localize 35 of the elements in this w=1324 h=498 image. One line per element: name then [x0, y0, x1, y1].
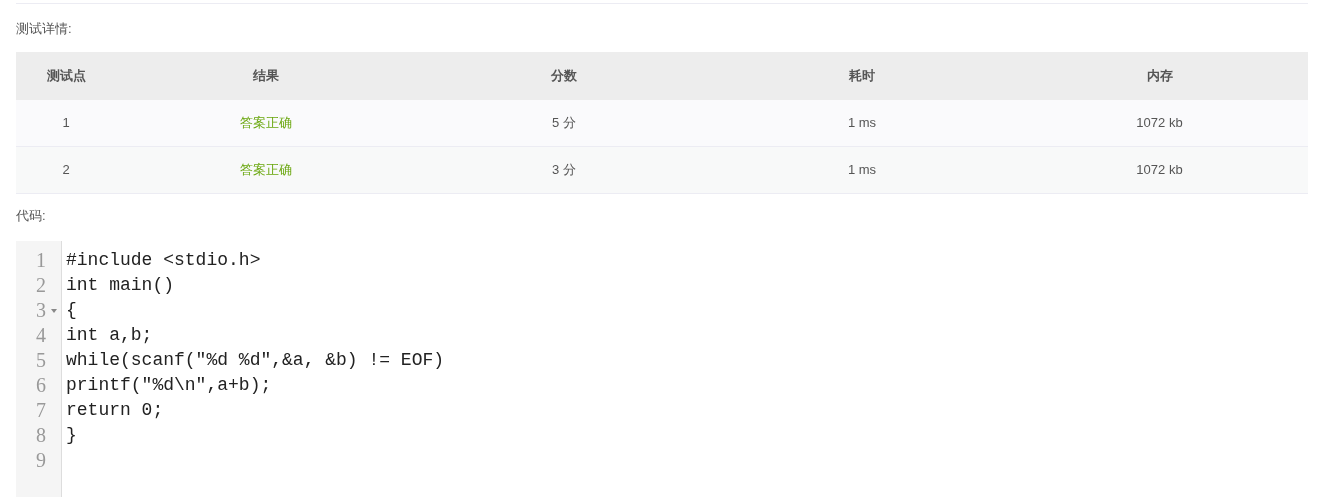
column-header: 内存	[1146, 67, 1173, 86]
code-line: int main()	[66, 275, 175, 295]
table-cell-text: 2	[62, 161, 70, 180]
column-header: 耗时	[849, 67, 875, 86]
column-header: 结果	[252, 67, 279, 86]
line-number: 1	[36, 248, 46, 273]
line-number: 5	[36, 348, 46, 373]
code-line: {	[66, 300, 77, 320]
code-line: int a,b;	[66, 325, 153, 345]
column-header: 分数	[551, 67, 577, 86]
line-number: 8	[36, 423, 46, 448]
result-status: 答案正确	[239, 114, 292, 133]
code-line: printf("%d\n",a+b);	[66, 375, 272, 395]
table-cell-text: 5 分	[552, 114, 576, 133]
line-number: 9	[36, 448, 46, 473]
table-cell-text: 1072 kb	[1136, 161, 1183, 180]
code-line: while(scanf("%d %d",&a, &b) != EOF)	[66, 350, 445, 370]
line-number: 6	[36, 373, 46, 398]
table-cell-text: 1072 kb	[1136, 114, 1183, 133]
line-number: 7	[36, 398, 46, 423]
section-label: 测试详情:	[16, 20, 72, 38]
table-cell-text: 1 ms	[847, 161, 877, 180]
table-cell-text: 3 分	[552, 161, 576, 180]
code-line: #include <stdio.h>	[66, 250, 261, 270]
line-number: 3	[36, 298, 46, 323]
line-number: 4	[36, 323, 46, 348]
table-cell-text: 1 ms	[847, 114, 877, 133]
code-line: return 0;	[66, 400, 164, 420]
table-cell-text: 1	[62, 114, 70, 133]
section-label: 代码:	[16, 207, 46, 225]
fold-arrow-icon[interactable]	[50, 306, 58, 315]
result-status: 答案正确	[239, 161, 292, 180]
line-number: 2	[36, 273, 46, 298]
code-line: }	[66, 425, 77, 445]
column-header: 测试点	[46, 67, 86, 86]
